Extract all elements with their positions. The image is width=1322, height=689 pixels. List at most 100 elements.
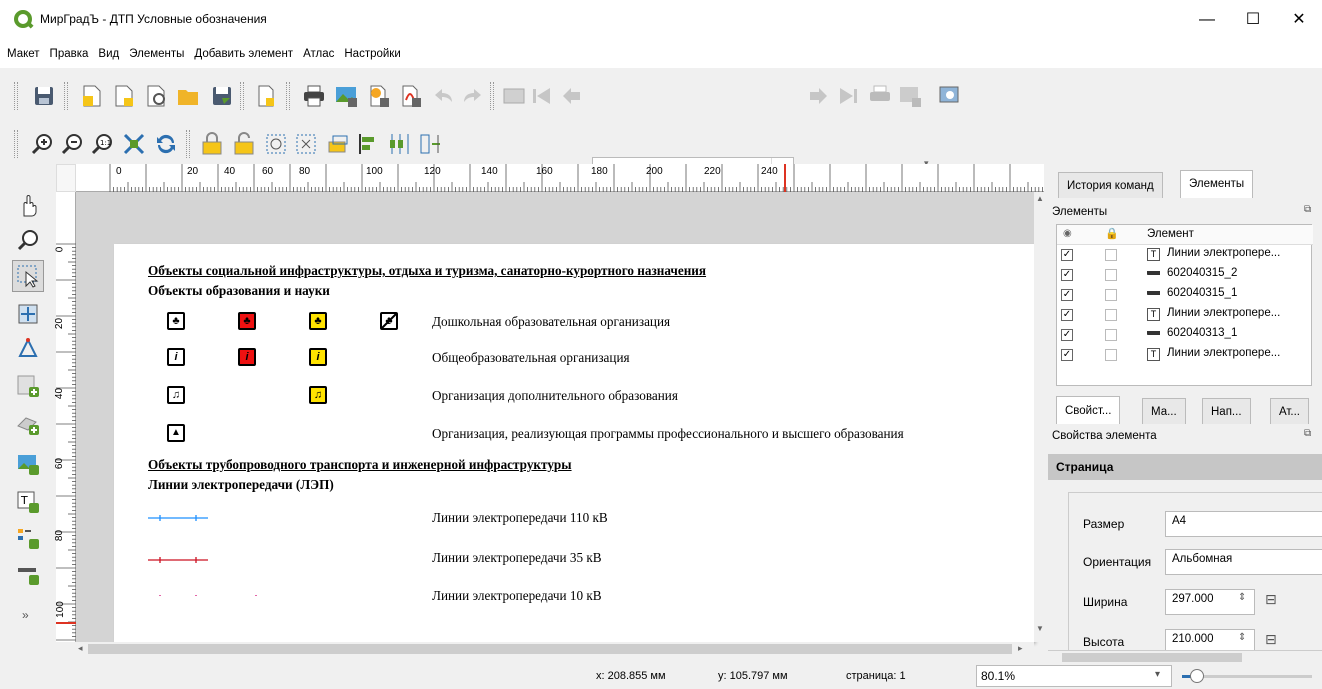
- duplicate-layout-icon[interactable]: [112, 84, 136, 108]
- list-item[interactable]: ✓ 602040315_1: [1057, 285, 1313, 305]
- list-item[interactable]: ✓ 602040315_2: [1057, 265, 1313, 285]
- zoom-in-icon[interactable]: [30, 132, 54, 156]
- zoom-slider-handle[interactable]: [1190, 669, 1204, 683]
- menu-view[interactable]: Вид: [93, 40, 124, 68]
- list-item[interactable]: ✓ T Линии электропере...: [1057, 305, 1313, 325]
- more-tools-chevron-icon[interactable]: »: [22, 608, 29, 622]
- select-tool-button[interactable]: [12, 260, 44, 292]
- export-svg-icon[interactable]: [366, 84, 390, 108]
- menu-add-item[interactable]: Добавить элемент: [189, 40, 298, 68]
- tab-layout[interactable]: Ма...: [1142, 398, 1186, 424]
- menu-layout[interactable]: Макет: [2, 40, 45, 68]
- add-picture-icon[interactable]: [16, 452, 40, 476]
- lock-checkbox[interactable]: [1105, 349, 1117, 361]
- tab-command-history[interactable]: История команд: [1058, 172, 1163, 198]
- zoom-slider[interactable]: [1182, 669, 1312, 683]
- zoom-out-icon[interactable]: [60, 132, 84, 156]
- atlas-preview-icon[interactable]: [502, 84, 526, 108]
- visibility-checkbox[interactable]: ✓: [1061, 269, 1073, 281]
- zoom-combo[interactable]: 80.1% ▾: [976, 665, 1172, 687]
- align-items-icon[interactable]: [356, 132, 380, 156]
- canvas-vertical-scrollbar[interactable]: ▲ ▼: [1034, 192, 1046, 642]
- lock-checkbox[interactable]: [1105, 269, 1117, 281]
- data-defined-override-icon[interactable]: ⊟: [1265, 591, 1285, 611]
- float-panel-icon[interactable]: ⧉: [1304, 204, 1311, 215]
- export-pdf-icon[interactable]: [398, 84, 422, 108]
- ungroup-items-icon[interactable]: [294, 132, 318, 156]
- new-layout-icon[interactable]: [80, 84, 104, 108]
- size-select[interactable]: A4: [1165, 511, 1322, 537]
- zoom-full-icon[interactable]: [122, 132, 146, 156]
- list-item[interactable]: ✓ T Линии электропере...: [1057, 245, 1313, 265]
- menu-atlas[interactable]: Атлас: [298, 40, 339, 68]
- first-feature-icon[interactable]: [530, 84, 554, 108]
- open-folder-icon[interactable]: [176, 84, 200, 108]
- lock-checkbox[interactable]: [1105, 309, 1117, 321]
- lock-items-icon[interactable]: [200, 132, 224, 156]
- visibility-checkbox[interactable]: ✓: [1061, 249, 1073, 261]
- save-as-template-icon[interactable]: [210, 84, 234, 108]
- zoom-tool-icon[interactable]: [16, 228, 40, 252]
- unlock-items-icon[interactable]: [232, 132, 256, 156]
- horizontal-ruler[interactable]: 0 20 40 60 80 100 120 140 160 180 200 22…: [76, 164, 1044, 192]
- items-tree[interactable]: ◉ 🔒 Элемент ✓ T Линии электропере... ✓ 6…: [1056, 224, 1313, 386]
- properties-horizontal-scrollbar[interactable]: [1048, 650, 1322, 664]
- maximize-button[interactable]: ☐: [1230, 6, 1276, 34]
- spinbox-arrows-icon[interactable]: ⇕: [1238, 592, 1246, 603]
- print-icon[interactable]: [302, 84, 326, 108]
- chevron-down-icon[interactable]: ▾: [1155, 669, 1160, 680]
- data-defined-override-icon[interactable]: ⊟: [1265, 631, 1285, 651]
- menu-settings[interactable]: Настройки: [339, 40, 405, 68]
- group-items-icon[interactable]: [264, 132, 288, 156]
- layout-canvas[interactable]: Объекты социальной инфраструктуры, отдых…: [76, 192, 1034, 642]
- menu-items[interactable]: Элементы: [124, 40, 189, 68]
- edit-nodes-icon[interactable]: [16, 336, 40, 360]
- tab-items[interactable]: Элементы: [1180, 170, 1254, 198]
- lock-checkbox[interactable]: [1105, 329, 1117, 341]
- add-label-icon[interactable]: T: [16, 490, 40, 514]
- refresh-icon[interactable]: [154, 132, 178, 156]
- add-3d-map-icon[interactable]: [16, 412, 40, 436]
- scrollbar-thumb[interactable]: [88, 644, 1012, 654]
- canvas-horizontal-scrollbar[interactable]: ◂ ▸: [76, 642, 1034, 656]
- print-atlas-icon[interactable]: [868, 84, 892, 108]
- tab-item-properties[interactable]: Свойст...: [1056, 396, 1121, 424]
- undo-icon[interactable]: [432, 84, 456, 108]
- export-atlas-icon[interactable]: [898, 84, 922, 108]
- list-item[interactable]: ✓ 602040313_1: [1057, 325, 1313, 345]
- add-scalebar-icon[interactable]: [16, 562, 40, 586]
- last-feature-icon[interactable]: [836, 84, 860, 108]
- raise-items-icon[interactable]: [326, 132, 350, 156]
- close-button[interactable]: ✕: [1276, 6, 1322, 34]
- add-legend-icon[interactable]: [16, 526, 40, 550]
- visibility-checkbox[interactable]: ✓: [1061, 329, 1073, 341]
- add-page-icon[interactable]: [254, 84, 278, 108]
- visibility-checkbox[interactable]: ✓: [1061, 349, 1073, 361]
- visibility-checkbox[interactable]: ✓: [1061, 289, 1073, 301]
- save-icon[interactable]: [32, 84, 56, 108]
- move-content-icon[interactable]: [16, 302, 40, 326]
- visibility-checkbox[interactable]: ✓: [1061, 309, 1073, 321]
- add-map-icon[interactable]: [16, 374, 40, 398]
- atlas-settings-icon[interactable]: [938, 84, 962, 108]
- page-section-header[interactable]: Страница: [1048, 454, 1322, 480]
- zoom-100-icon[interactable]: 1:1: [90, 132, 114, 156]
- spinbox-arrows-icon[interactable]: ⇕: [1238, 632, 1246, 643]
- menu-edit[interactable]: Правка: [45, 40, 94, 68]
- float-panel-icon[interactable]: ⧉: [1304, 428, 1311, 439]
- next-feature-icon[interactable]: [806, 84, 830, 108]
- width-input[interactable]: 297.000 ⇕: [1165, 589, 1255, 615]
- resize-items-icon[interactable]: [418, 132, 442, 156]
- vertical-ruler[interactable]: 0 20 40 60 80 100: [54, 192, 76, 642]
- layout-page[interactable]: Объекты социальной инфраструктуры, отдых…: [114, 244, 1034, 642]
- lock-checkbox[interactable]: [1105, 289, 1117, 301]
- orientation-select[interactable]: Альбомная: [1165, 549, 1322, 575]
- tab-guides[interactable]: Нап...: [1202, 398, 1251, 424]
- list-item[interactable]: ✓ T Линии электропере...: [1057, 345, 1313, 365]
- previous-feature-icon[interactable]: [560, 84, 584, 108]
- redo-icon[interactable]: [460, 84, 484, 108]
- minimize-button[interactable]: —: [1184, 6, 1230, 34]
- layout-manager-icon[interactable]: [144, 84, 168, 108]
- tab-atlas[interactable]: Ат...: [1270, 398, 1309, 424]
- lock-checkbox[interactable]: [1105, 249, 1117, 261]
